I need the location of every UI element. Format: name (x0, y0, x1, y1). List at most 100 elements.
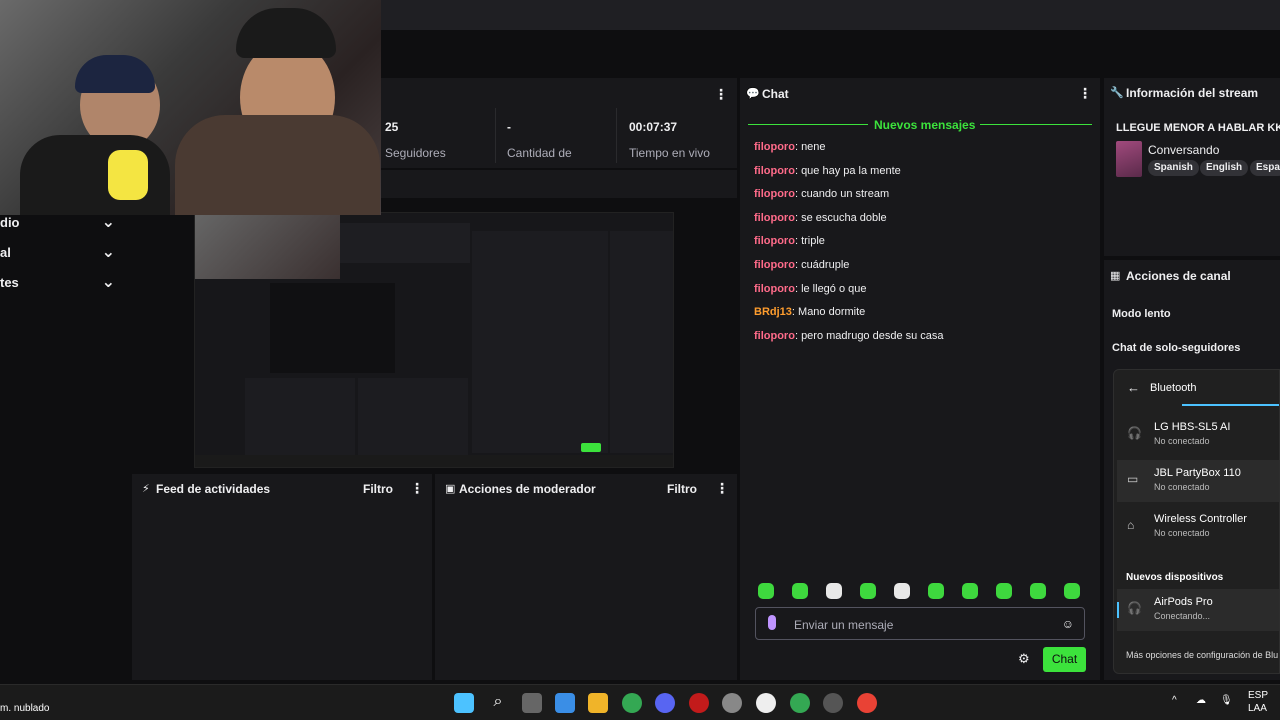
back-arrow-icon[interactable]: ← (1127, 380, 1140, 395)
emote[interactable] (894, 583, 910, 599)
chat-message-text: le llegó o que (801, 282, 867, 295)
emote[interactable] (996, 583, 1012, 599)
obs-icon[interactable] (756, 693, 776, 713)
stat-value: 25 (385, 120, 399, 134)
chrome-icon[interactable] (790, 693, 810, 713)
chevron-up-icon[interactable]: ^ (1172, 695, 1177, 706)
chat-bubble-icon: 💬 (746, 88, 760, 100)
chat-username[interactable]: filoporo (754, 330, 795, 342)
chevron-down-icon: ⌄ (101, 214, 115, 231)
settings-icon[interactable] (722, 693, 742, 713)
chat-message-text: cuando un stream (801, 188, 890, 201)
emote[interactable] (928, 583, 944, 599)
stat-value: 00:07:37 (629, 120, 678, 134)
bluetooth-title: Bluetooth (1150, 382, 1197, 394)
more-options-icon[interactable]: ⋮ (714, 86, 728, 103)
chat-username[interactable]: BRdj13 (754, 306, 792, 318)
weather-widget[interactable]: m. nublado (0, 703, 49, 714)
search-icon[interactable]: ⌕ (488, 693, 508, 713)
filter-button[interactable]: Filtro (363, 482, 393, 496)
nav-item-channel[interactable]: al ⌄ (0, 242, 125, 264)
start-icon[interactable] (454, 693, 474, 713)
chat-input-placeholder: Enviar un mensaje (794, 618, 894, 632)
followers-only-toggle[interactable]: Chat de solo-seguidores (1112, 342, 1240, 354)
app-icon[interactable] (689, 693, 709, 713)
slow-mode-toggle[interactable]: Modo lento (1112, 308, 1171, 320)
language-top[interactable]: ESP (1248, 690, 1268, 701)
stream-stats-panel: ⋮ 25 Seguidores - Cantidad de 00:07:37 T… (380, 78, 737, 168)
chat-message: BRdj13: Mano dormite (754, 306, 865, 318)
chat-username[interactable]: filoporo (754, 188, 795, 200)
chat-message-text: cuádruple (801, 259, 850, 271)
chat-message-text: que hay pa la mente (801, 164, 901, 177)
emote[interactable] (1030, 583, 1046, 599)
chat-message: filoporo: triple (754, 235, 825, 247)
microphone-icon[interactable]: 🎙 (1220, 695, 1233, 706)
nav-item-audio[interactable]: dio ⌄ (0, 212, 125, 234)
selection-accent (1117, 602, 1119, 618)
filter-button[interactable]: Filtro (667, 482, 697, 496)
gear-icon[interactable]: ⚙ (1018, 651, 1030, 667)
emote[interactable] (758, 583, 774, 599)
scan-progress (1182, 404, 1279, 406)
file-explorer-icon[interactable] (588, 693, 608, 713)
lightning-icon: ⚡ (142, 483, 150, 495)
chat-message-text: triple (801, 235, 825, 248)
bt-device[interactable]: 🎧 LG HBS-SL5 AI No conectado (1117, 414, 1279, 456)
chat-title: Chat (762, 87, 789, 101)
emote[interactable] (792, 583, 808, 599)
more-options-icon[interactable]: ⋮ (715, 480, 729, 497)
store-icon[interactable] (555, 693, 575, 713)
bt-device[interactable]: ▭ JBL PartyBox 110 No conectado (1117, 460, 1279, 502)
bits-icon[interactable] (768, 615, 776, 630)
app-icon[interactable] (823, 693, 843, 713)
bt-device[interactable]: ⌂ Wireless Controller No conectado (1117, 506, 1279, 548)
chat-message-text: se escucha doble (801, 211, 887, 224)
tag[interactable]: Espa (1250, 160, 1280, 176)
chat-username[interactable]: filoporo (754, 141, 795, 153)
chat-username[interactable]: filoporo (754, 165, 795, 177)
panel-title: Acciones de moderador (459, 482, 596, 496)
emote[interactable] (1064, 583, 1080, 599)
bt-device-new[interactable]: 🎧 AirPods Pro Conectando... (1117, 589, 1279, 631)
device-name: JBL PartyBox 110 (1154, 467, 1241, 479)
chat-panel: 💬 Chat ⋮ Nuevos mensajes filoporo: nene f… (740, 78, 1100, 680)
chrome-icon[interactable] (857, 693, 877, 713)
chat-message: filoporo: le llegó o que (754, 283, 867, 295)
nested-chat (472, 231, 608, 453)
chat-message: filoporo: que hay pa la mente (754, 165, 901, 177)
more-bt-settings-link[interactable]: Más opciones de configuración de Blu (1126, 650, 1278, 660)
chat-input[interactable]: Enviar un mensaje ☺ (755, 607, 1085, 640)
chat-username[interactable]: filoporo (754, 212, 795, 224)
chrome-icon[interactable] (622, 693, 642, 713)
panel-title: Acciones de canal (1126, 269, 1231, 283)
nav-item-tools[interactable]: tes ⌄ (0, 272, 125, 294)
chat-message-text: nene (801, 141, 826, 153)
network-icon[interactable]: ☁ (1196, 695, 1206, 706)
chat-message-text: Mano dormite (798, 306, 866, 319)
language-bottom[interactable]: LAA (1248, 703, 1267, 714)
emote[interactable] (826, 583, 842, 599)
chat-username[interactable]: filoporo (754, 283, 795, 295)
mod-actions-panel: ▣ Acciones de moderador Filtro ⋮ (435, 474, 737, 680)
tag[interactable]: English (1200, 160, 1249, 176)
tag[interactable]: Spanish (1148, 160, 1199, 176)
more-options-icon[interactable]: ⋮ (410, 480, 424, 497)
stat-live-time: 00:07:37 Tiempo en vivo (629, 120, 710, 160)
nav-item-label: al (0, 245, 11, 260)
emote[interactable] (860, 583, 876, 599)
emote[interactable] (962, 583, 978, 599)
divider-line (980, 124, 1092, 125)
emote-picker-icon[interactable]: ☺ (1062, 617, 1074, 631)
device-status: Conectando... (1154, 611, 1211, 621)
discord-icon[interactable] (655, 693, 675, 713)
device-name: AirPods Pro (1154, 596, 1213, 608)
chat-username[interactable]: filoporo (754, 235, 795, 247)
cap-right (236, 8, 336, 58)
chat-username[interactable]: filoporo (754, 259, 795, 271)
more-options-icon[interactable]: ⋮ (1078, 85, 1092, 102)
chat-send-button[interactable]: Chat (1043, 647, 1086, 672)
task-view-icon[interactable] (522, 693, 542, 713)
chat-message: filoporo: cuádruple (754, 259, 849, 271)
device-name: LG HBS-SL5 AI (1154, 421, 1231, 433)
